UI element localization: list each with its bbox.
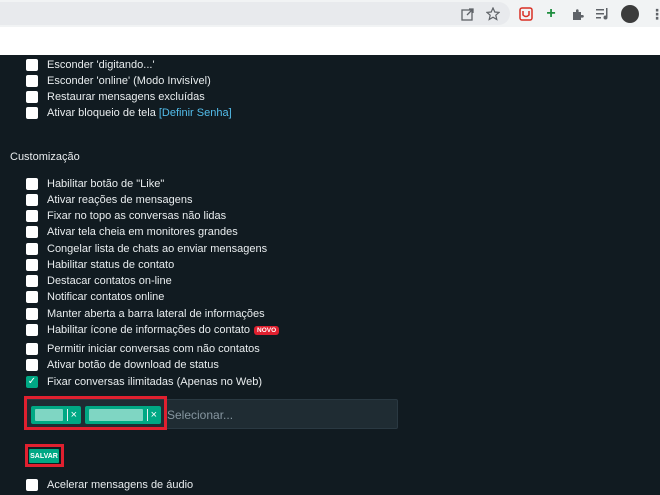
checkbox[interactable]: [26, 210, 38, 222]
new-badge: NOVO: [254, 325, 280, 335]
customization-item[interactable]: Acelerar mensagens de áudio: [26, 478, 193, 492]
checkbox[interactable]: [26, 59, 38, 71]
option-label: Destacar contatos on-line: [47, 275, 172, 287]
checkbox[interactable]: [26, 291, 38, 303]
extension-plus-icon[interactable]: +: [541, 4, 561, 24]
option-label: Restaurar mensagens excluídas: [47, 91, 205, 103]
selector-placeholder[interactable]: Selecionar...: [167, 408, 233, 422]
customization-item[interactable]: Habilitar botão de "Like": [26, 177, 164, 191]
media-queue-icon[interactable]: [593, 4, 613, 24]
address-bar[interactable]: [0, 2, 510, 25]
highlight-box-save: [25, 444, 64, 467]
customization-item[interactable]: Notificar contatos online: [26, 290, 164, 304]
customization-item[interactable]: Habilitar ícone de informações do contat…: [26, 323, 280, 337]
option-label: Permitir iniciar conversas com não conta…: [47, 343, 260, 355]
option-label: Fixar no topo as conversas não lidas: [47, 210, 227, 222]
checkbox[interactable]: [26, 308, 38, 320]
customization-item[interactable]: Ativar tela cheia em monitores grandes: [26, 225, 238, 239]
option-label: Congelar lista de chats ao enviar mensag…: [47, 243, 268, 255]
option-label: Fixar conversas ilimitadas (Apenas no We…: [47, 376, 262, 388]
checkbox[interactable]: [26, 259, 38, 271]
browser-toolbar: + ⋮: [0, 0, 660, 27]
avatar[interactable]: [621, 5, 639, 23]
page-header-strip: [0, 27, 660, 55]
customization-item[interactable]: Ativar reações de mensagens: [26, 193, 193, 207]
option-label: Acelerar mensagens de áudio: [47, 479, 194, 491]
option-label: Notificar contatos online: [47, 291, 165, 303]
option-label: Esconder 'digitando...': [47, 59, 155, 71]
privacy-item[interactable]: Restaurar mensagens excluídas: [26, 90, 205, 104]
checkbox[interactable]: [26, 107, 38, 119]
checkbox[interactable]: [26, 479, 38, 491]
option-label: Ativar reações de mensagens: [47, 194, 193, 206]
customization-item[interactable]: Destacar contatos on-line: [26, 274, 172, 288]
checkbox[interactable]: [26, 243, 38, 255]
star-icon[interactable]: [483, 4, 503, 24]
checkbox[interactable]: [26, 275, 38, 287]
customization-item[interactable]: Ativar botão de download de status: [26, 358, 219, 372]
option-label: Habilitar ícone de informações do contat…: [47, 324, 251, 336]
checkbox-checked[interactable]: ✓: [26, 376, 38, 388]
option-label: Esconder 'online' (Modo Invisível): [47, 75, 211, 87]
settings-panel: Esconder 'digitando...' Esconder 'online…: [0, 55, 660, 495]
option-label: Habilitar status de contato: [47, 259, 175, 271]
section-title: Customização: [10, 151, 80, 163]
extension-red-icon[interactable]: [516, 4, 536, 24]
option-label: Ativar tela cheia em monitores grandes: [47, 226, 238, 238]
checkbox[interactable]: [26, 359, 38, 371]
option-label: Manter aberta a barra lateral de informa…: [47, 308, 265, 320]
option-label: Habilitar botão de "Like": [47, 178, 165, 190]
highlight-box-tags: [24, 396, 167, 430]
set-password-link[interactable]: [Definir Senha]: [159, 107, 232, 119]
customization-item[interactable]: Fixar no topo as conversas não lidas: [26, 209, 226, 223]
privacy-item[interactable]: Esconder 'digitando...': [26, 58, 155, 72]
customization-item[interactable]: ✓ Fixar conversas ilimitadas (Apenas no …: [26, 375, 262, 389]
checkbox[interactable]: [26, 226, 38, 238]
checkbox[interactable]: [26, 324, 38, 336]
option-label: Ativar bloqueio de tela: [47, 107, 156, 119]
share-icon[interactable]: [457, 4, 477, 24]
option-label: Ativar botão de download de status: [47, 359, 219, 371]
checkbox[interactable]: [26, 343, 38, 355]
customization-item[interactable]: Habilitar status de contato: [26, 258, 174, 272]
customization-item[interactable]: Permitir iniciar conversas com não conta…: [26, 342, 260, 356]
checkbox[interactable]: [26, 178, 38, 190]
privacy-item[interactable]: Esconder 'online' (Modo Invisível): [26, 74, 211, 88]
more-vert-icon[interactable]: ⋮: [647, 4, 660, 24]
customization-item[interactable]: Manter aberta a barra lateral de informa…: [26, 307, 265, 321]
privacy-item[interactable]: Ativar bloqueio de tela [Definir Senha]: [26, 106, 232, 120]
checkbox[interactable]: [26, 75, 38, 87]
checkbox[interactable]: [26, 194, 38, 206]
checkbox[interactable]: [26, 91, 38, 103]
puzzle-icon[interactable]: [567, 4, 587, 24]
customization-item[interactable]: Congelar lista de chats ao enviar mensag…: [26, 242, 267, 256]
